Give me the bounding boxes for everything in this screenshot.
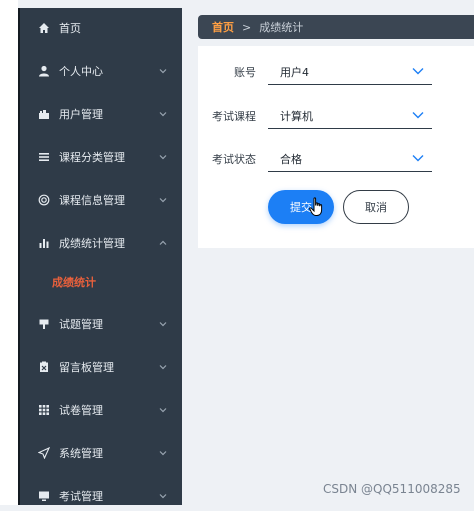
course-select-value: 计算机 [280, 110, 313, 123]
breadcrumb-separator: > [242, 20, 252, 34]
list-icon [37, 150, 51, 164]
account-select[interactable]: 用户4 [268, 58, 432, 85]
course-info-icon [37, 193, 51, 207]
sidebar-item-label: 成绩统计管理 [59, 237, 125, 250]
chevron-down-icon [412, 66, 424, 76]
chevron-down-icon [158, 66, 168, 76]
sidebar-item-home[interactable]: 首页 [20, 13, 182, 43]
home-icon [37, 21, 51, 35]
chevron-down-icon [158, 491, 168, 501]
sidebar-item-question-management[interactable]: 试题管理 [20, 309, 182, 339]
chevron-up-icon [158, 238, 168, 248]
sidebar-item-exam-management[interactable]: 考试管理 [20, 481, 182, 511]
window-left-edge [0, 0, 18, 505]
sidebar-item-label: 考试管理 [59, 490, 103, 503]
chevron-down-icon [158, 362, 168, 372]
sidebar-item-exam-paper-management[interactable]: 试卷管理 [20, 395, 182, 425]
sidebar-item-label: 用户管理 [59, 108, 103, 121]
chevron-down-icon [158, 448, 168, 458]
breadcrumb: 首页 > 成绩统计 [198, 15, 474, 39]
account-select-value: 用户4 [280, 66, 309, 79]
monitor-icon [37, 489, 51, 503]
exam-status-label: 考试状态 [212, 153, 256, 166]
sidebar-subitem-label: 成绩统计 [52, 276, 96, 289]
sidebar-subitem-score-statistics[interactable]: 成绩统计 [20, 268, 182, 296]
course-select[interactable]: 计算机 [268, 102, 432, 129]
sidebar-item-course-info[interactable]: 课程信息管理 [20, 185, 182, 215]
grid-icon [37, 403, 51, 417]
chevron-down-icon [158, 319, 168, 329]
bar-chart-icon [37, 236, 51, 250]
user-manage-icon [37, 107, 51, 121]
sidebar-item-label: 系统管理 [59, 447, 103, 460]
chevron-down-icon [158, 152, 168, 162]
message-board-icon [37, 360, 51, 374]
sidebar-item-label: 试卷管理 [59, 404, 103, 417]
sidebar-item-label: 个人中心 [59, 65, 103, 78]
form-row-exam-status: 考试状态 合格 [198, 145, 474, 173]
breadcrumb-current: 成绩统计 [259, 21, 304, 34]
chevron-down-icon [412, 110, 424, 120]
exam-status-select-value: 合格 [280, 153, 302, 166]
form-card: 账号 用户4 考试课程 计算机 考试状态 合格 提交 取消 [198, 46, 474, 248]
question-icon [37, 317, 51, 331]
chevron-down-icon [412, 153, 424, 163]
sidebar-item-personal-center[interactable]: 个人中心 [20, 56, 182, 86]
user-icon [37, 64, 51, 78]
chevron-down-icon [158, 109, 168, 119]
hand-pointer-icon [309, 197, 325, 217]
sidebar-item-system-management[interactable]: 系统管理 [20, 438, 182, 468]
send-icon [37, 446, 51, 460]
form-row-course: 考试课程 计算机 [198, 102, 474, 130]
course-label: 考试课程 [212, 110, 256, 123]
sidebar-item-score-statistics-management[interactable]: 成绩统计管理 [20, 228, 182, 258]
sidebar-item-user-management[interactable]: 用户管理 [20, 99, 182, 129]
sidebar-item-label: 留言板管理 [59, 361, 114, 374]
sidebar: 首页 个人中心 用户管理 课程分类管理 课程信息管理 成绩统计管理 成绩统计 试… [18, 8, 182, 505]
sidebar-item-label: 首页 [59, 22, 81, 35]
sidebar-item-label: 课程分类管理 [59, 151, 125, 164]
chevron-down-icon [158, 195, 168, 205]
breadcrumb-home-link[interactable]: 首页 [212, 19, 234, 35]
chevron-down-icon [158, 405, 168, 415]
account-label: 账号 [234, 66, 256, 79]
sidebar-item-message-board[interactable]: 留言板管理 [20, 352, 182, 382]
sidebar-item-label: 课程信息管理 [59, 194, 125, 207]
cancel-button[interactable]: 取消 [343, 190, 409, 224]
watermark: CSDN @QQ511008285 [323, 482, 461, 496]
sidebar-item-label: 试题管理 [59, 318, 103, 331]
form-row-account: 账号 用户4 [198, 58, 474, 86]
exam-status-select[interactable]: 合格 [268, 145, 432, 172]
sidebar-item-course-category[interactable]: 课程分类管理 [20, 142, 182, 172]
